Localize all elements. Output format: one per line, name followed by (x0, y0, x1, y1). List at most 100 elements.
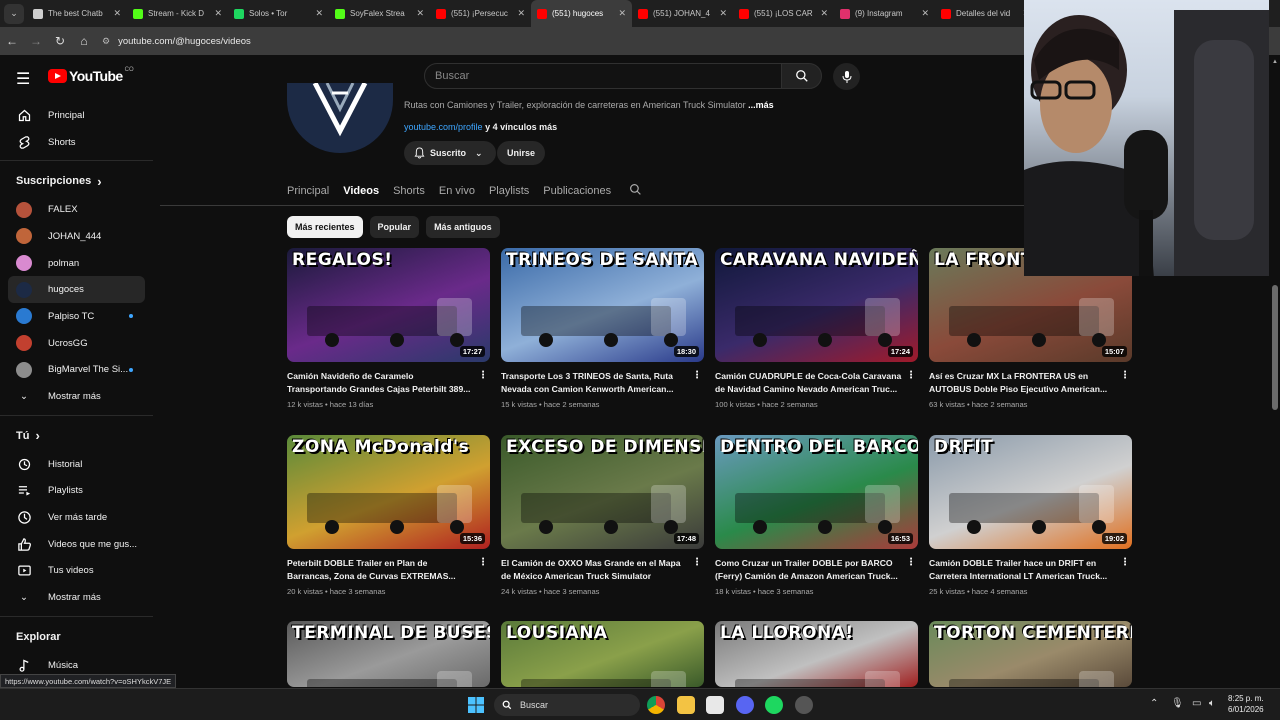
browser-tab[interactable]: (551) ¡LOS CAR ✕ (733, 0, 834, 27)
tab-close-icon[interactable]: ✕ (214, 8, 222, 19)
tray-mic-icon[interactable]: 🎙︎ (1171, 698, 1184, 709)
sidebar-item-principal[interactable]: Principal (0, 102, 153, 129)
search-input[interactable]: Buscar (424, 63, 782, 89)
video-card[interactable]: TERMINAL DE BUSES (287, 621, 490, 687)
channel-tab[interactable]: Principal (287, 185, 329, 197)
back-icon[interactable]: ← (0, 34, 24, 48)
tab-close-icon[interactable]: ✕ (315, 8, 323, 19)
sort-chip[interactable]: Popular (369, 216, 420, 238)
windows-start-icon[interactable] (468, 697, 484, 718)
home-browser-icon[interactable]: ⌂ (72, 34, 96, 48)
sidebar-subscription[interactable]: JOHAN_444 (0, 223, 153, 250)
tab-close-icon[interactable]: ✕ (921, 8, 929, 19)
video-card[interactable]: LOUSIANA (501, 621, 704, 687)
sidebar-item-shorts[interactable]: Shorts (0, 129, 153, 156)
show-more-subscriptions[interactable]: ⌄ Mostrar más (0, 383, 153, 410)
tab-close-icon[interactable]: ✕ (416, 8, 424, 19)
video-card[interactable]: DRFIT 19:02 Camión DOBLE Trailer hace un D… (929, 435, 1132, 596)
video-thumbnail[interactable]: LA LLORONA! (715, 621, 918, 687)
channel-tab[interactable]: En vivo (439, 185, 475, 197)
discord-icon[interactable] (736, 696, 754, 714)
reload-icon[interactable]: ↻ (48, 34, 72, 48)
channel-tab[interactable]: Videos (343, 185, 379, 197)
video-thumbnail[interactable]: TRINEOS DE SANTA 18:30 (501, 248, 704, 362)
video-thumbnail[interactable]: EXCESO DE DIMENSION 17:48 (501, 435, 704, 549)
tab-close-icon[interactable]: ✕ (618, 8, 626, 19)
video-thumbnail[interactable]: ZONA McDonald's 15:36 (287, 435, 490, 549)
spotify-icon[interactable] (765, 696, 783, 714)
links-more[interactable]: y 4 vínculos más (485, 122, 557, 132)
video-thumbnail[interactable]: TORTON CEMENTERIO! (929, 621, 1132, 687)
tab-close-icon[interactable]: ✕ (820, 8, 828, 19)
channel-link[interactable]: youtube.com/profile (404, 122, 483, 132)
description-more-link[interactable]: ...más (748, 100, 774, 110)
video-card[interactable]: TRINEOS DE SANTA 18:30 Transporte Los 3 TR… (501, 248, 704, 409)
more-options-icon[interactable]: ⋮ (1120, 557, 1130, 568)
subscriptions-heading[interactable]: Suscripciones › (0, 166, 153, 196)
more-options-icon[interactable]: ⋮ (692, 557, 702, 568)
video-card[interactable]: ZONA McDonald's 15:36 Peterbilt DOBLE Trai… (287, 435, 490, 596)
url-field[interactable]: ⚙ youtube.com/@hugoces/videos (102, 36, 251, 47)
video-thumbnail[interactable]: DRFIT 19:02 (929, 435, 1132, 549)
site-info-icon[interactable]: ⚙ (102, 36, 110, 47)
sidebar-subscription[interactable]: Palpiso TC (0, 303, 153, 330)
tab-list-dropdown-icon[interactable]: ⌄ (4, 3, 24, 24)
video-card[interactable]: REGALOS! 17:27 Camión Navideño de Caramelo… (287, 248, 490, 409)
tab-close-icon[interactable]: ✕ (517, 8, 525, 19)
file-explorer-icon[interactable] (677, 696, 695, 714)
sidebar-subscription[interactable]: FALEX (0, 196, 153, 223)
forward-icon[interactable]: → (24, 34, 48, 48)
app-icon[interactable] (795, 696, 813, 714)
youtube-logo[interactable]: YouTube CO (48, 67, 134, 84)
video-title[interactable]: Camión Navideño de Caramelo Transportand… (287, 370, 490, 396)
video-thumbnail[interactable]: LOUSIANA (501, 621, 704, 687)
more-options-icon[interactable]: ⋮ (1120, 370, 1130, 381)
browser-tab[interactable]: (551) hugoces ✕ (531, 0, 632, 27)
show-more-you[interactable]: ⌄ Mostrar más (0, 584, 153, 611)
search-button[interactable] (781, 63, 822, 89)
browser-tab[interactable]: Stream - Kick D ✕ (127, 0, 228, 27)
browser-tab[interactable]: (9) Instagram ✕ (834, 0, 935, 27)
video-title[interactable]: Transporte Los 3 TRINEOS de Santa, Ruta … (501, 370, 704, 396)
taskbar-search[interactable]: Buscar (494, 694, 640, 716)
you-heading[interactable]: Tú › (0, 421, 153, 451)
video-thumbnail[interactable]: CARAVANA NAVIDEÑA 17:24 (715, 248, 918, 362)
video-title[interactable]: Camión CUADRUPLE de Coca-Cola Caravana d… (715, 370, 918, 396)
browser-tab[interactable]: Detalles del vid✕ (935, 0, 1036, 27)
video-thumbnail[interactable]: REGALOS! 17:27 (287, 248, 490, 362)
tray-volume-icon[interactable]: 🔈︎ (1209, 698, 1215, 709)
scrollbar-thumb[interactable] (1272, 285, 1278, 410)
sidebar-item-playlists[interactable]: Playlists (0, 478, 153, 505)
sidebar-subscription[interactable]: polman (0, 250, 153, 277)
tab-close-icon[interactable]: ✕ (113, 8, 121, 19)
channel-tab[interactable]: Playlists (489, 185, 529, 197)
channel-tab[interactable]: Publicaciones (543, 185, 611, 197)
sidebar-item-ver-más-tarde[interactable]: Ver más tarde (0, 504, 153, 531)
tab-close-icon[interactable]: ✕ (719, 8, 727, 19)
browser-tab[interactable]: (551) JOHAN_4 ✕ (632, 0, 733, 27)
voice-search-button[interactable] (833, 63, 860, 90)
sidebar-subscription[interactable]: UcrosGG (0, 330, 153, 357)
chrome-icon[interactable] (647, 696, 665, 714)
more-options-icon[interactable]: ⋮ (906, 557, 916, 568)
browser-tab[interactable]: SoyFalex Strea ✕ (329, 0, 430, 27)
browser-tab[interactable]: The best Chatb ✕ (27, 0, 127, 27)
channel-search-icon[interactable] (629, 183, 642, 199)
video-thumbnail[interactable]: TERMINAL DE BUSES (287, 621, 490, 687)
join-button[interactable]: Unirse (497, 141, 545, 165)
more-options-icon[interactable]: ⋮ (478, 557, 488, 568)
channel-links[interactable]: youtube.com/profile y 4 vínculos más (404, 122, 557, 132)
video-card[interactable]: CARAVANA NAVIDEÑA 17:24 Camión CUADRUPLE d… (715, 248, 918, 409)
video-title[interactable]: Como Cruzar un Trailer DOBLE por BARCO (… (715, 557, 918, 583)
video-card[interactable]: DENTRO DEL BARCO 16:53 Como Cruzar un Trai… (715, 435, 918, 596)
channel-avatar[interactable] (287, 83, 393, 153)
video-card[interactable]: EXCESO DE DIMENSION 17:48 El Camión de OXX… (501, 435, 704, 596)
channel-description[interactable]: Rutas con Camiones y Trailer, exploració… (404, 100, 774, 110)
sidebar-subscription[interactable]: hugoces (8, 276, 145, 304)
video-thumbnail[interactable]: DENTRO DEL BARCO 16:53 (715, 435, 918, 549)
more-options-icon[interactable]: ⋮ (692, 370, 702, 381)
sidebar-item-historial[interactable]: Historial (0, 451, 153, 478)
video-card[interactable]: TORTON CEMENTERIO! (929, 621, 1132, 687)
menu-icon[interactable]: ☰ (16, 69, 30, 89)
browser-tab[interactable]: (551) ¡Persecuc ✕ (430, 0, 531, 27)
